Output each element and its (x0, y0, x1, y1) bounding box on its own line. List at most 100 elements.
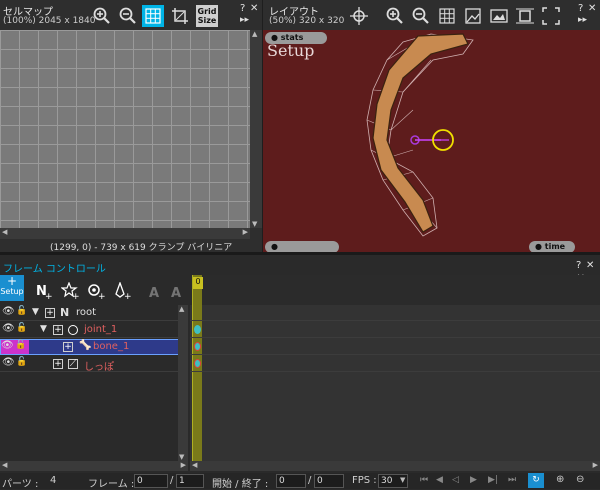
setup-button[interactable]: + Setup (0, 275, 24, 301)
lock-icon[interactable]: 🔓 (16, 306, 27, 316)
keyframe-diamond[interactable] (194, 325, 201, 334)
collapse-icon[interactable]: ▼ (40, 324, 47, 334)
grid-size-button[interactable]: Grid Size (196, 5, 218, 27)
frame-separator: / (170, 475, 174, 486)
lock-a-icon: A (146, 281, 165, 300)
expand-box-icon[interactable]: + (45, 308, 55, 318)
image-part-icon: ⟋ (68, 359, 78, 369)
tree-row-bone[interactable]: 👁 🔓 + 🦴 bone_1 (0, 339, 188, 355)
crop-icon[interactable] (170, 6, 189, 25)
lock-icon[interactable]: 🔓 (16, 357, 27, 367)
expand-box-icon[interactable]: + (53, 359, 63, 369)
next-frame-icon[interactable]: ▶| (488, 475, 498, 485)
tree-row-tail[interactable]: 👁 🔓 + ⟋ しっぽ (0, 356, 188, 373)
expand-box-icon[interactable]: + (63, 342, 73, 352)
fps-dropdown-icon[interactable]: ▼ (400, 476, 405, 484)
svg-text:A: A (171, 286, 181, 300)
zoom-out-icon[interactable] (411, 6, 430, 25)
play-reverse-icon[interactable]: ◁ (452, 475, 459, 485)
svg-text:+: + (45, 292, 53, 300)
grid-icon[interactable] (437, 6, 456, 25)
eye-icon[interactable]: 👁 (2, 357, 15, 368)
cellmap-hscrollbar[interactable]: ◀ ▶ (0, 228, 250, 239)
frame-bounds-icon[interactable] (515, 6, 534, 25)
time-tab[interactable]: ● time (529, 241, 575, 252)
layout-close-button[interactable]: ✕ (588, 3, 596, 14)
eye-icon[interactable]: 👁 (2, 306, 15, 317)
zoom-out-icon[interactable] (118, 6, 137, 25)
cellmap-canvas[interactable] (0, 30, 250, 228)
tree-vscrollbar[interactable]: ▲ ▼ (178, 305, 188, 461)
frame-control-title: フレーム コントロール (3, 264, 106, 275)
playhead-label: 0 (193, 277, 203, 289)
tree-row-joint[interactable]: 👁 🔓 ▼ + joint_1 (0, 322, 188, 338)
layout-help-button[interactable]: ? (578, 3, 583, 14)
picture-frame-icon[interactable] (489, 6, 508, 25)
cellmap-help-button[interactable]: ? (240, 3, 245, 14)
frame-help-button[interactable]: ? (576, 260, 581, 271)
information-tab[interactable]: ● information (265, 241, 339, 252)
lock-icon[interactable]: 🔓 (15, 340, 29, 354)
joint-icon (68, 325, 78, 335)
svg-text:+: + (72, 292, 79, 300)
null-icon: N (60, 306, 70, 319)
add-joint-icon[interactable]: + (86, 281, 105, 300)
svg-text:A: A (149, 286, 159, 300)
parts-label: パーツ : (2, 479, 39, 490)
layout-expand-icon[interactable]: ▸▸ (578, 15, 587, 25)
add-bone-icon[interactable]: + (112, 281, 131, 300)
skeleton-preview (366, 33, 474, 237)
cellmap-vscrollbar[interactable]: ▲ ▼ (250, 30, 262, 228)
parts-tree: 👁 🔓 ▼ + N root 👁 🔓 ▼ + joint_1 👁 🔓 + 🦴 b… (0, 305, 188, 465)
frame-control-panel: フレーム コントロール ? ✕ ▸▸ + Setup N+ + + + A A … (0, 252, 600, 490)
lock-icon[interactable]: 🔓 (16, 323, 27, 333)
cellmap-zoom-info: (100%) 2045 x 1840 (3, 16, 96, 26)
zoom-in-icon[interactable] (385, 6, 404, 25)
tree-label-joint: joint_1 (84, 324, 118, 335)
tree-label-tail: しっぽ (84, 362, 114, 373)
cellmap-expand-icon[interactable]: ▸▸ (240, 15, 249, 25)
expand-box-icon[interactable]: + (53, 325, 63, 335)
eye-icon[interactable]: 👁 (1, 340, 15, 354)
zoom-out-icon[interactable]: ⊖ (576, 474, 584, 485)
svg-text:+: + (124, 292, 131, 300)
layout-canvas[interactable]: ● stats Setup ● information ● time (263, 30, 600, 252)
prev-frame-icon[interactable]: ◀ (436, 475, 443, 485)
collapse-icon[interactable]: ▼ (32, 307, 39, 317)
zoom-in-icon[interactable] (92, 6, 111, 25)
first-frame-icon[interactable]: ⏮ (420, 475, 428, 485)
grid-toggle-icon[interactable] (142, 5, 164, 27)
add-icon: + (6, 274, 18, 288)
range-label: 開始 / 終了 : (212, 479, 269, 490)
tree-hscrollbar[interactable]: ◀ ▶ (0, 461, 188, 471)
add-null-icon[interactable]: N + (34, 281, 53, 300)
tree-label-bone: bone_1 (93, 341, 130, 352)
timeline-row-tail (190, 356, 600, 372)
keyframe-diamond[interactable] (194, 359, 201, 368)
cellmap-panel: セルマップ (100%) 2045 x 1840 Grid Size ? ✕ ▸… (0, 0, 262, 253)
cellmap-close-button[interactable]: ✕ (250, 3, 258, 14)
fit-screen-icon[interactable] (541, 6, 560, 25)
crosshair-icon[interactable] (349, 6, 368, 25)
zoom-in-icon[interactable]: ⊕ (556, 474, 564, 485)
tree-row-root[interactable]: 👁 🔓 ▼ + N root (0, 305, 188, 321)
keyframe-diamond[interactable] (194, 342, 201, 351)
last-frame-icon[interactable]: ⏭ (508, 475, 516, 485)
timeline-row-joint (190, 322, 600, 338)
layout-zoom-info: (50%) 320 x 320 (269, 16, 345, 26)
tree-label-root: root (76, 307, 97, 318)
setup-button-label: Setup (0, 287, 24, 296)
add-effect-icon[interactable]: + (60, 281, 79, 300)
eye-icon[interactable]: 👁 (2, 323, 15, 334)
status-bar: パーツ : 4 フレーム : 0 / 1 開始 / 終了 : 0 / 0 FPS… (0, 473, 600, 490)
timeline-ruler (190, 275, 600, 305)
bone-icon: 🦴 (79, 340, 92, 351)
frame-close-button[interactable]: ✕ (586, 260, 594, 271)
timeline[interactable]: 0 (190, 275, 600, 461)
lock-a-alt-icon: A (168, 281, 187, 300)
play-icon[interactable]: ▶ (470, 475, 477, 485)
image-crop-icon[interactable] (463, 6, 482, 25)
layout-panel: レイアウト (50%) 320 x 320 ? ✕ ▸▸ ● stats Set… (262, 0, 600, 252)
timeline-hscrollbar[interactable]: ◀ ▶ (190, 461, 600, 471)
timeline-row-root (190, 305, 600, 321)
